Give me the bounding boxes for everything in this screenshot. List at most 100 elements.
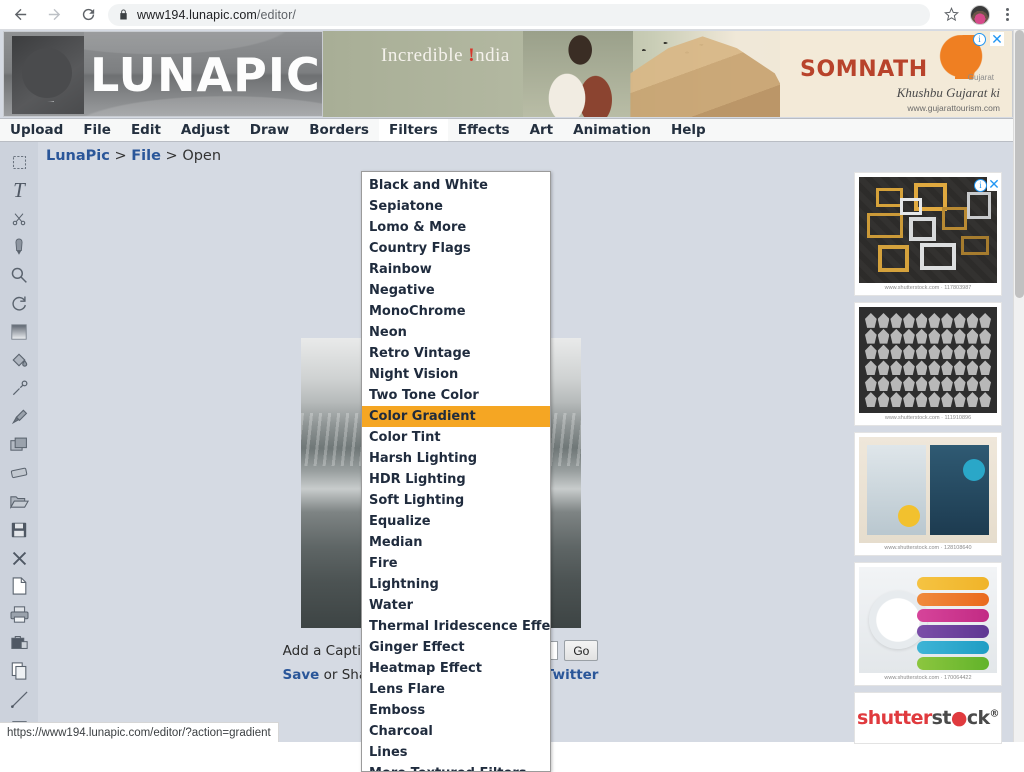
- filter-item-water[interactable]: Water: [362, 595, 550, 616]
- new-file-icon[interactable]: [4, 572, 34, 600]
- avatar[interactable]: [970, 4, 990, 25]
- logo-text: LUNAPIC: [90, 48, 321, 102]
- save-floppy-icon[interactable]: [4, 516, 34, 544]
- filter-item-thermal-iridescence-effect[interactable]: Thermal Iridescence Effect: [362, 616, 550, 637]
- filter-item-night-vision[interactable]: Night Vision: [362, 364, 550, 385]
- filter-item-emboss[interactable]: Emboss: [362, 700, 550, 721]
- address-bar[interactable]: www194.lunapic.com/editor/: [108, 3, 930, 26]
- filter-item-lomo-and-more[interactable]: Lomo & More: [362, 217, 550, 238]
- eraser-pencil-icon[interactable]: [4, 233, 34, 261]
- filter-item-ginger-effect[interactable]: Ginger Effect: [362, 637, 550, 658]
- filter-item-rainbow[interactable]: Rainbow: [362, 259, 550, 280]
- menu-filters[interactable]: Filters: [378, 119, 448, 141]
- shutterstock-logo[interactable]: shutterst●ck®: [854, 692, 1002, 744]
- filter-item-sepiatone[interactable]: Sepiatone: [362, 196, 550, 217]
- brand-dark2: ck: [966, 707, 990, 729]
- rotate-icon[interactable]: [4, 289, 34, 317]
- print-icon[interactable]: [4, 601, 34, 629]
- filter-item-color-tint[interactable]: Color Tint: [362, 427, 550, 448]
- menu-help[interactable]: Help: [661, 119, 716, 141]
- ad-destination-label: SOMNATH: [800, 57, 928, 82]
- ad-image: [859, 567, 997, 673]
- filter-item-monochrome[interactable]: MonoChrome: [362, 301, 550, 322]
- banner-advertisement[interactable]: Incredible !ndia SOMNATH Gujarat Khushbu…: [323, 31, 1013, 117]
- ad-info-icon[interactable]: i: [974, 179, 987, 192]
- ad-headline: Incredible !ndia: [381, 45, 510, 66]
- line-tool-icon[interactable]: [4, 685, 34, 713]
- filter-item-color-gradient[interactable]: Color Gradient: [362, 406, 550, 427]
- filter-item-heatmap-effect[interactable]: Heatmap Effect: [362, 658, 550, 679]
- scissors-icon[interactable]: [4, 205, 34, 233]
- filter-item-neon[interactable]: Neon: [362, 322, 550, 343]
- filter-item-negative[interactable]: Negative: [362, 280, 550, 301]
- menu-draw[interactable]: Draw: [240, 119, 299, 141]
- ad-image: [859, 437, 997, 543]
- ad-caption: www.shutterstock.com · 117803987: [884, 285, 972, 291]
- twitter-link[interactable]: Twitter: [545, 667, 599, 683]
- menu-effects[interactable]: Effects: [448, 119, 520, 141]
- brand-o-icon: ●: [950, 707, 968, 729]
- menu-upload[interactable]: Upload: [0, 119, 73, 141]
- blur-eraser-icon[interactable]: [4, 459, 34, 487]
- eyedropper-icon[interactable]: [4, 374, 34, 402]
- marquee-select-icon[interactable]: [4, 148, 34, 176]
- text-tool-icon[interactable]: T: [4, 176, 34, 204]
- filter-item-equalize[interactable]: Equalize: [362, 511, 550, 532]
- menu-edit[interactable]: Edit: [121, 119, 171, 141]
- magnifier-icon[interactable]: [4, 261, 34, 289]
- menu-art[interactable]: Art: [520, 119, 564, 141]
- filter-item-lines[interactable]: Lines: [362, 742, 550, 763]
- paint-bucket-icon[interactable]: [4, 346, 34, 374]
- ad-close-icon[interactable]: ✕: [987, 177, 1001, 191]
- brochure-panel-left: [867, 445, 926, 535]
- gradient-icon[interactable]: [4, 318, 34, 346]
- breadcrumb-sep-1: >: [109, 148, 132, 164]
- back-button[interactable]: [6, 1, 34, 29]
- browser-menu-button[interactable]: [996, 8, 1018, 21]
- filter-item-harsh-lighting[interactable]: Harsh Lighting: [362, 448, 550, 469]
- page-viewport: LUNAPIC Incredible !ndia SOMNATH Gujarat…: [0, 30, 1024, 772]
- picture-frames-ad[interactable]: i ✕ www.shutterstock.com · 117803987: [854, 172, 1002, 296]
- menu-file[interactable]: File: [73, 119, 121, 141]
- reload-button[interactable]: [74, 1, 102, 29]
- briefcase-icon[interactable]: [4, 629, 34, 657]
- filter-item-lightning[interactable]: Lightning: [362, 574, 550, 595]
- forward-button[interactable]: [40, 1, 68, 29]
- filter-item-median[interactable]: Median: [362, 532, 550, 553]
- filter-item-fire[interactable]: Fire: [362, 553, 550, 574]
- filters-dropdown-menu[interactable]: Black and White Sepiatone Lomo & More Co…: [361, 171, 551, 772]
- breadcrumb-file[interactable]: File: [131, 148, 161, 164]
- filter-item-lens-flare[interactable]: Lens Flare: [362, 679, 550, 700]
- save-link[interactable]: Save: [283, 667, 320, 683]
- page-scrollbar[interactable]: [1013, 30, 1024, 742]
- menu-animation[interactable]: Animation: [563, 119, 661, 141]
- filter-item-two-tone-color[interactable]: Two Tone Color: [362, 385, 550, 406]
- copy-icon[interactable]: [4, 657, 34, 685]
- ad-close-icon[interactable]: ✕: [990, 32, 1004, 46]
- filter-item-more-textured-filters[interactable]: More Textured Filters: [362, 763, 550, 771]
- scrollbar-thumb[interactable]: [1015, 30, 1024, 298]
- lunapic-logo[interactable]: LUNAPIC: [3, 31, 323, 117]
- ad-image: [859, 177, 997, 283]
- breadcrumb-root[interactable]: LunaPic: [46, 148, 110, 164]
- ad-info-icon[interactable]: i: [973, 33, 986, 46]
- status-bar: https://www194.lunapic.com/editor/?actio…: [0, 722, 279, 742]
- design-icons-ad[interactable]: www.shutterstock.com · 111910896: [854, 302, 1002, 426]
- filter-item-soft-lighting[interactable]: Soft Lighting: [362, 490, 550, 511]
- infographic-ad[interactable]: www.shutterstock.com · 170064422: [854, 562, 1002, 686]
- ad-brand-label: Gujarat: [967, 73, 994, 82]
- folder-open-icon[interactable]: [4, 487, 34, 515]
- menu-borders[interactable]: Borders: [299, 119, 379, 141]
- layers-icon[interactable]: [4, 431, 34, 459]
- caption-go-button[interactable]: Go: [564, 640, 599, 661]
- filter-item-retro-vintage[interactable]: Retro Vintage: [362, 343, 550, 364]
- filter-item-country-flags[interactable]: Country Flags: [362, 238, 550, 259]
- paintbrush-icon[interactable]: [4, 403, 34, 431]
- bookmark-button[interactable]: [938, 2, 964, 28]
- brochure-templates-ad[interactable]: www.shutterstock.com · 128108640: [854, 432, 1002, 556]
- filter-item-black-and-white[interactable]: Black and White: [362, 175, 550, 196]
- menu-adjust[interactable]: Adjust: [171, 119, 240, 141]
- filter-item-charcoal[interactable]: Charcoal: [362, 721, 550, 742]
- filter-item-hdr-lighting[interactable]: HDR Lighting: [362, 469, 550, 490]
- close-x-icon[interactable]: [4, 544, 34, 572]
